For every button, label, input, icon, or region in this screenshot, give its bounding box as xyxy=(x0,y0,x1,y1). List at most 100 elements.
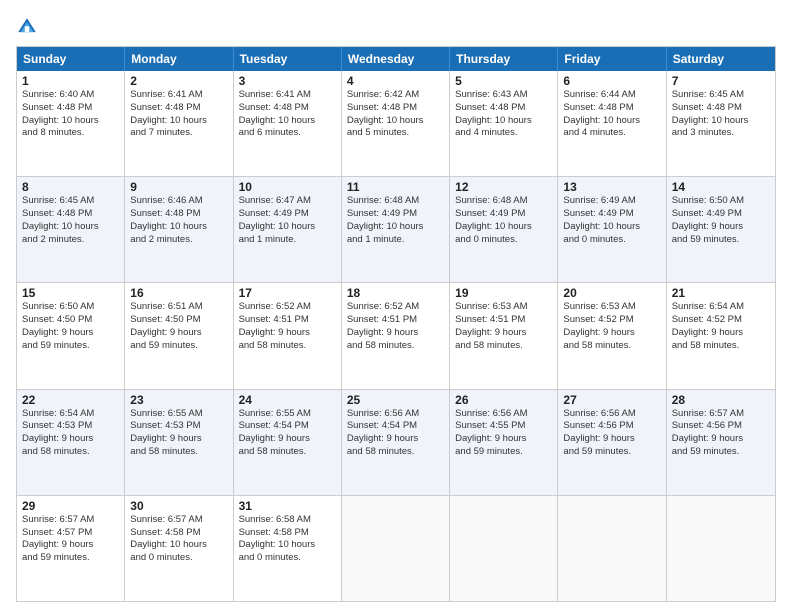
calendar-row: 15Sunrise: 6:50 AMSunset: 4:50 PMDayligh… xyxy=(17,282,775,388)
cell-line: Sunrise: 6:57 AM xyxy=(130,514,227,527)
day-number: 19 xyxy=(455,286,552,300)
cell-line: Sunset: 4:58 PM xyxy=(130,527,227,540)
cell-line: and 59 minutes. xyxy=(22,340,119,353)
cell-line: and 58 minutes. xyxy=(239,340,336,353)
cell-line: and 58 minutes. xyxy=(347,446,444,459)
cell-line: Sunrise: 6:42 AM xyxy=(347,89,444,102)
cell-line: Sunset: 4:49 PM xyxy=(347,208,444,221)
cell-line: Sunrise: 6:44 AM xyxy=(563,89,660,102)
cell-line: Sunset: 4:48 PM xyxy=(347,102,444,115)
cell-line: Daylight: 9 hours xyxy=(239,327,336,340)
calendar-body: 1Sunrise: 6:40 AMSunset: 4:48 PMDaylight… xyxy=(17,71,775,601)
page: SundayMondayTuesdayWednesdayThursdayFrid… xyxy=(0,0,792,612)
cell-line: Sunrise: 6:56 AM xyxy=(455,408,552,421)
cell-line: Sunset: 4:58 PM xyxy=(239,527,336,540)
cell-line: Sunset: 4:57 PM xyxy=(22,527,119,540)
cell-line: Daylight: 10 hours xyxy=(672,115,770,128)
day-number: 11 xyxy=(347,180,444,194)
cell-line: Sunrise: 6:49 AM xyxy=(563,195,660,208)
cell-line: Sunset: 4:54 PM xyxy=(239,420,336,433)
cell-line: Sunrise: 6:48 AM xyxy=(347,195,444,208)
cell-line: Daylight: 9 hours xyxy=(672,433,770,446)
calendar-cell: 27Sunrise: 6:56 AMSunset: 4:56 PMDayligh… xyxy=(558,390,666,495)
cell-line: Sunrise: 6:57 AM xyxy=(672,408,770,421)
calendar-header-cell: Tuesday xyxy=(234,47,342,71)
cell-line: Daylight: 10 hours xyxy=(347,115,444,128)
cell-line: and 58 minutes. xyxy=(347,340,444,353)
day-number: 6 xyxy=(563,74,660,88)
day-number: 28 xyxy=(672,393,770,407)
cell-line: and 8 minutes. xyxy=(22,127,119,140)
cell-line: Sunrise: 6:43 AM xyxy=(455,89,552,102)
calendar-cell: 13Sunrise: 6:49 AMSunset: 4:49 PMDayligh… xyxy=(558,177,666,282)
cell-line: Sunrise: 6:41 AM xyxy=(130,89,227,102)
cell-line: Daylight: 10 hours xyxy=(563,221,660,234)
day-number: 30 xyxy=(130,499,227,513)
calendar-cell: 21Sunrise: 6:54 AMSunset: 4:52 PMDayligh… xyxy=(667,283,775,388)
day-number: 2 xyxy=(130,74,227,88)
calendar-cell: 20Sunrise: 6:53 AMSunset: 4:52 PMDayligh… xyxy=(558,283,666,388)
day-number: 12 xyxy=(455,180,552,194)
calendar-header: SundayMondayTuesdayWednesdayThursdayFrid… xyxy=(17,47,775,71)
cell-line: and 0 minutes. xyxy=(455,234,552,247)
cell-line: Sunset: 4:51 PM xyxy=(347,314,444,327)
cell-line: and 58 minutes. xyxy=(563,340,660,353)
cell-line: Daylight: 10 hours xyxy=(239,221,336,234)
day-number: 29 xyxy=(22,499,119,513)
cell-line: and 58 minutes. xyxy=(22,446,119,459)
calendar-cell: 12Sunrise: 6:48 AMSunset: 4:49 PMDayligh… xyxy=(450,177,558,282)
cell-line: Sunset: 4:50 PM xyxy=(22,314,119,327)
cell-line: and 1 minute. xyxy=(239,234,336,247)
calendar-cell: 3Sunrise: 6:41 AMSunset: 4:48 PMDaylight… xyxy=(234,71,342,176)
cell-line: Sunrise: 6:55 AM xyxy=(239,408,336,421)
day-number: 27 xyxy=(563,393,660,407)
cell-line: and 2 minutes. xyxy=(130,234,227,247)
cell-line: Sunrise: 6:45 AM xyxy=(672,89,770,102)
cell-line: Daylight: 9 hours xyxy=(22,433,119,446)
cell-line: Sunrise: 6:54 AM xyxy=(672,301,770,314)
calendar-cell: 6Sunrise: 6:44 AMSunset: 4:48 PMDaylight… xyxy=(558,71,666,176)
cell-line: Sunset: 4:48 PM xyxy=(563,102,660,115)
cell-line: Daylight: 9 hours xyxy=(239,433,336,446)
day-number: 8 xyxy=(22,180,119,194)
cell-line: Sunset: 4:50 PM xyxy=(130,314,227,327)
cell-line: Daylight: 10 hours xyxy=(563,115,660,128)
calendar-cell: 25Sunrise: 6:56 AMSunset: 4:54 PMDayligh… xyxy=(342,390,450,495)
calendar-cell: 14Sunrise: 6:50 AMSunset: 4:49 PMDayligh… xyxy=(667,177,775,282)
cell-line: Daylight: 10 hours xyxy=(22,221,119,234)
cell-line: Daylight: 10 hours xyxy=(347,221,444,234)
cell-line: Sunset: 4:48 PM xyxy=(22,208,119,221)
calendar-header-cell: Wednesday xyxy=(342,47,450,71)
calendar-cell: 7Sunrise: 6:45 AMSunset: 4:48 PMDaylight… xyxy=(667,71,775,176)
cell-line: Sunset: 4:48 PM xyxy=(239,102,336,115)
cell-line: Daylight: 9 hours xyxy=(672,327,770,340)
cell-line: Sunrise: 6:53 AM xyxy=(563,301,660,314)
day-number: 25 xyxy=(347,393,444,407)
day-number: 18 xyxy=(347,286,444,300)
cell-line: Sunrise: 6:56 AM xyxy=(563,408,660,421)
day-number: 7 xyxy=(672,74,770,88)
cell-line: Daylight: 10 hours xyxy=(455,115,552,128)
cell-line: Daylight: 9 hours xyxy=(22,539,119,552)
cell-line: Sunset: 4:54 PM xyxy=(347,420,444,433)
cell-line: and 58 minutes. xyxy=(455,340,552,353)
calendar-header-cell: Thursday xyxy=(450,47,558,71)
cell-line: Sunrise: 6:58 AM xyxy=(239,514,336,527)
cell-line: Sunset: 4:48 PM xyxy=(455,102,552,115)
cell-line: Sunrise: 6:52 AM xyxy=(347,301,444,314)
header xyxy=(16,16,776,38)
day-number: 17 xyxy=(239,286,336,300)
cell-line: Daylight: 10 hours xyxy=(130,221,227,234)
calendar: SundayMondayTuesdayWednesdayThursdayFrid… xyxy=(16,46,776,602)
calendar-cell xyxy=(558,496,666,601)
cell-line: Sunset: 4:48 PM xyxy=(130,208,227,221)
day-number: 9 xyxy=(130,180,227,194)
logo xyxy=(16,16,42,38)
calendar-header-cell: Monday xyxy=(125,47,233,71)
calendar-cell: 23Sunrise: 6:55 AMSunset: 4:53 PMDayligh… xyxy=(125,390,233,495)
calendar-cell: 2Sunrise: 6:41 AMSunset: 4:48 PMDaylight… xyxy=(125,71,233,176)
cell-line: Sunset: 4:48 PM xyxy=(22,102,119,115)
cell-line: Sunset: 4:49 PM xyxy=(563,208,660,221)
cell-line: and 5 minutes. xyxy=(347,127,444,140)
calendar-cell: 31Sunrise: 6:58 AMSunset: 4:58 PMDayligh… xyxy=(234,496,342,601)
